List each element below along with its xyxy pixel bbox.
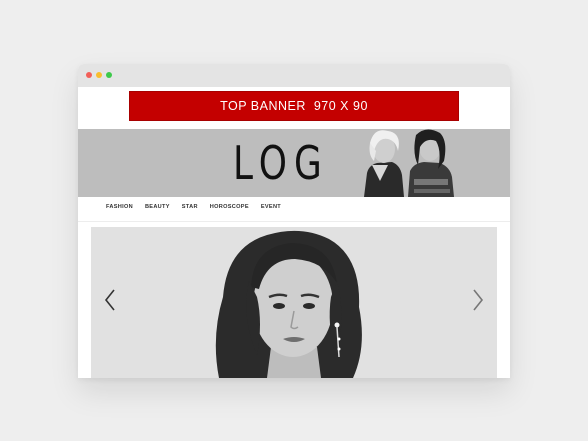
minimize-dot-icon[interactable] (96, 72, 102, 78)
hero-portrait-photo (91, 227, 497, 378)
site-header: LOGO (78, 129, 510, 197)
close-dot-icon[interactable] (86, 72, 92, 78)
hero-prev-button[interactable] (101, 287, 119, 313)
nav-item-horoscope[interactable]: HOROSCOPE (210, 204, 249, 210)
chevron-right-icon (473, 289, 484, 311)
hero-next-button[interactable] (469, 287, 487, 313)
chevron-left-icon (104, 289, 115, 311)
header-models-photo (322, 129, 472, 197)
nav-item-beauty[interactable]: BEAUTY (145, 204, 170, 210)
top-banner-ad[interactable]: TOP BANNER 970 X 90 (129, 91, 459, 121)
nav-item-event[interactable]: EVENT (261, 204, 281, 210)
browser-window: TOP BANNER 970 X 90 LOGO FASHION BEAUTY … (78, 64, 510, 378)
title-bar (78, 64, 510, 87)
nav-item-star[interactable]: STAR (182, 204, 198, 210)
banner-label: TOP BANNER 970 X 90 (220, 99, 368, 113)
hero-slider (91, 227, 497, 378)
nav-list: FASHION BEAUTY STAR HOROSCOPE EVENT (106, 204, 281, 210)
nav-item-fashion[interactable]: FASHION (106, 204, 133, 210)
main-nav: FASHION BEAUTY STAR HOROSCOPE EVENT (78, 197, 510, 222)
maximize-dot-icon[interactable] (106, 72, 112, 78)
